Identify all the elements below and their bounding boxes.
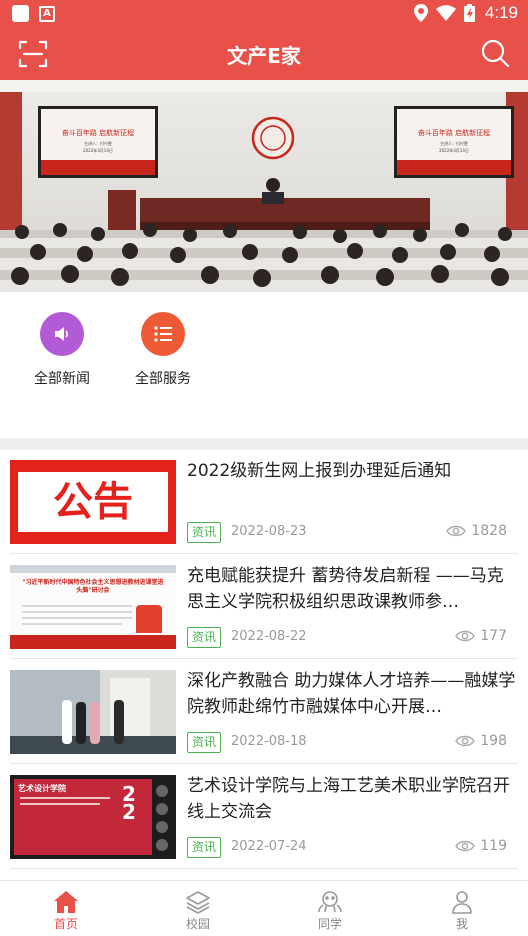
home-icon	[54, 891, 78, 913]
category-tag: 资讯	[187, 627, 222, 648]
notification-icon	[12, 5, 29, 22]
search-icon[interactable]	[480, 38, 510, 68]
all-news-button[interactable]: 全部新闻	[12, 312, 112, 388]
news-title: 艺术设计学院与上海工艺美术职业学院召开线上交流会	[187, 776, 510, 822]
app-notification-icon: A	[39, 5, 55, 22]
news-meta: 资讯 2022-07-24 119	[187, 837, 507, 859]
news-title: 充电赋能获提升 蓄势待发启新程 ——马克思主义学院积极组织思政课教师参…	[187, 566, 504, 612]
banner-left-screen-subtitle: 主讲人：付兴胜	[84, 140, 112, 146]
category-tag: 资讯	[187, 837, 222, 858]
thumbnail-text: 艺术设计学院	[18, 784, 66, 793]
news-thumbnail: 艺术设计学院 22	[10, 775, 176, 859]
news-thumbnail: 公告	[10, 460, 176, 544]
all-services-label: 全部服务	[135, 371, 191, 387]
location-icon	[413, 4, 428, 22]
news-meta: 资讯 2022-08-23 1828	[187, 522, 507, 544]
nav-me[interactable]: 我	[422, 889, 502, 932]
category-tag: 资讯	[187, 732, 222, 753]
view-count-value: 177	[480, 628, 507, 644]
news-title: 深化产教融合 助力媒体人才培养——融媒学院教师赴绵竹市融媒体中心开展…	[187, 671, 516, 717]
banner-right-screen-date: 2022年3月14日	[439, 147, 469, 153]
speaker-icon	[40, 312, 84, 356]
battery-icon	[463, 4, 475, 22]
view-count: 177	[455, 628, 507, 644]
news-item[interactable]: "习近平新时代中国特色社会主义思想进教材进课堂进头脑"研讨会 充电赋能获提升 蓄…	[10, 555, 518, 659]
nav-home-label: 首页	[53, 917, 78, 931]
news-date: 2022-08-18	[231, 734, 307, 749]
page-title: 文产E家	[227, 44, 301, 68]
thumbnail-text: "习近平新时代中国特色社会主义思想进教材进课堂进头脑"研讨会	[22, 579, 164, 594]
banner-right-screen-title: 奋斗百年路 启航新征程	[418, 128, 490, 137]
news-date: 2022-07-24	[231, 839, 307, 854]
layers-icon	[186, 891, 210, 914]
view-count: 1828	[446, 523, 507, 539]
nav-home[interactable]: 首页	[26, 889, 106, 932]
app-header: 文产E家	[0, 28, 528, 80]
list-icon	[141, 312, 185, 356]
banner-left-screen-date: 2022年3月14日	[83, 147, 113, 153]
news-thumbnail	[10, 670, 176, 754]
banner-left-screen-title: 奋斗百年路 启航新征程	[62, 128, 134, 137]
wifi-icon	[435, 5, 456, 21]
category-tag: 资讯	[187, 522, 222, 543]
news-item[interactable]: 深化产教融合 助力媒体人才培养——融媒学院教师赴绵竹市融媒体中心开展… 资讯 2…	[10, 660, 518, 764]
view-count: 119	[455, 838, 507, 854]
eye-icon	[455, 630, 476, 642]
status-bar: A 4:19	[0, 0, 528, 28]
news-meta: 资讯 2022-08-22 177	[187, 627, 507, 649]
nav-campus[interactable]: 校园	[158, 889, 238, 932]
news-date: 2022-08-22	[231, 629, 307, 644]
banner-image[interactable]: 奋斗百年路 启航新征程 主讲人：付兴胜 2022年3月14日 奋斗百年路 启航新…	[0, 80, 528, 292]
news-thumbnail: "习近平新时代中国特色社会主义思想进教材进课堂进头脑"研讨会	[10, 565, 176, 649]
view-count-value: 198	[480, 733, 507, 749]
eye-icon	[455, 735, 476, 747]
nav-me-label: 我	[455, 917, 468, 931]
nav-campus-label: 校园	[185, 917, 210, 931]
classmates-icon	[318, 891, 342, 913]
view-count-value: 119	[480, 838, 507, 854]
section-divider	[0, 438, 528, 450]
nav-classmates[interactable]: 同学	[290, 889, 370, 932]
eye-icon	[446, 525, 467, 537]
news-date: 2022-08-23	[231, 524, 307, 539]
news-meta: 资讯 2022-08-18 198	[187, 732, 507, 754]
news-item[interactable]: 艺术设计学院 22 艺术设计学院与上海工艺美术职业学院召开线上交流会 资讯 20…	[10, 765, 518, 869]
banner-right-screen-subtitle: 主讲人：付兴胜	[440, 140, 468, 146]
nav-classmates-label: 同学	[317, 917, 342, 931]
news-item[interactable]: 公告 2022级新生网上报到办理延后通知 资讯 2022-08-23 1828	[10, 450, 518, 554]
all-services-button[interactable]: 全部服务	[113, 312, 213, 388]
person-icon	[452, 891, 472, 914]
status-time: 4:19	[484, 3, 518, 22]
thumbnail-text: 公告	[53, 479, 133, 525]
view-count: 198	[455, 733, 507, 749]
news-title: 2022级新生网上报到办理延后通知	[187, 461, 452, 481]
all-news-label: 全部新闻	[34, 371, 90, 387]
bottom-nav: 首页 校园 同学 我	[0, 880, 528, 936]
view-count-value: 1828	[471, 523, 507, 539]
quick-entry-panel: 全部新闻 全部服务	[0, 292, 528, 438]
eye-icon	[455, 840, 476, 852]
